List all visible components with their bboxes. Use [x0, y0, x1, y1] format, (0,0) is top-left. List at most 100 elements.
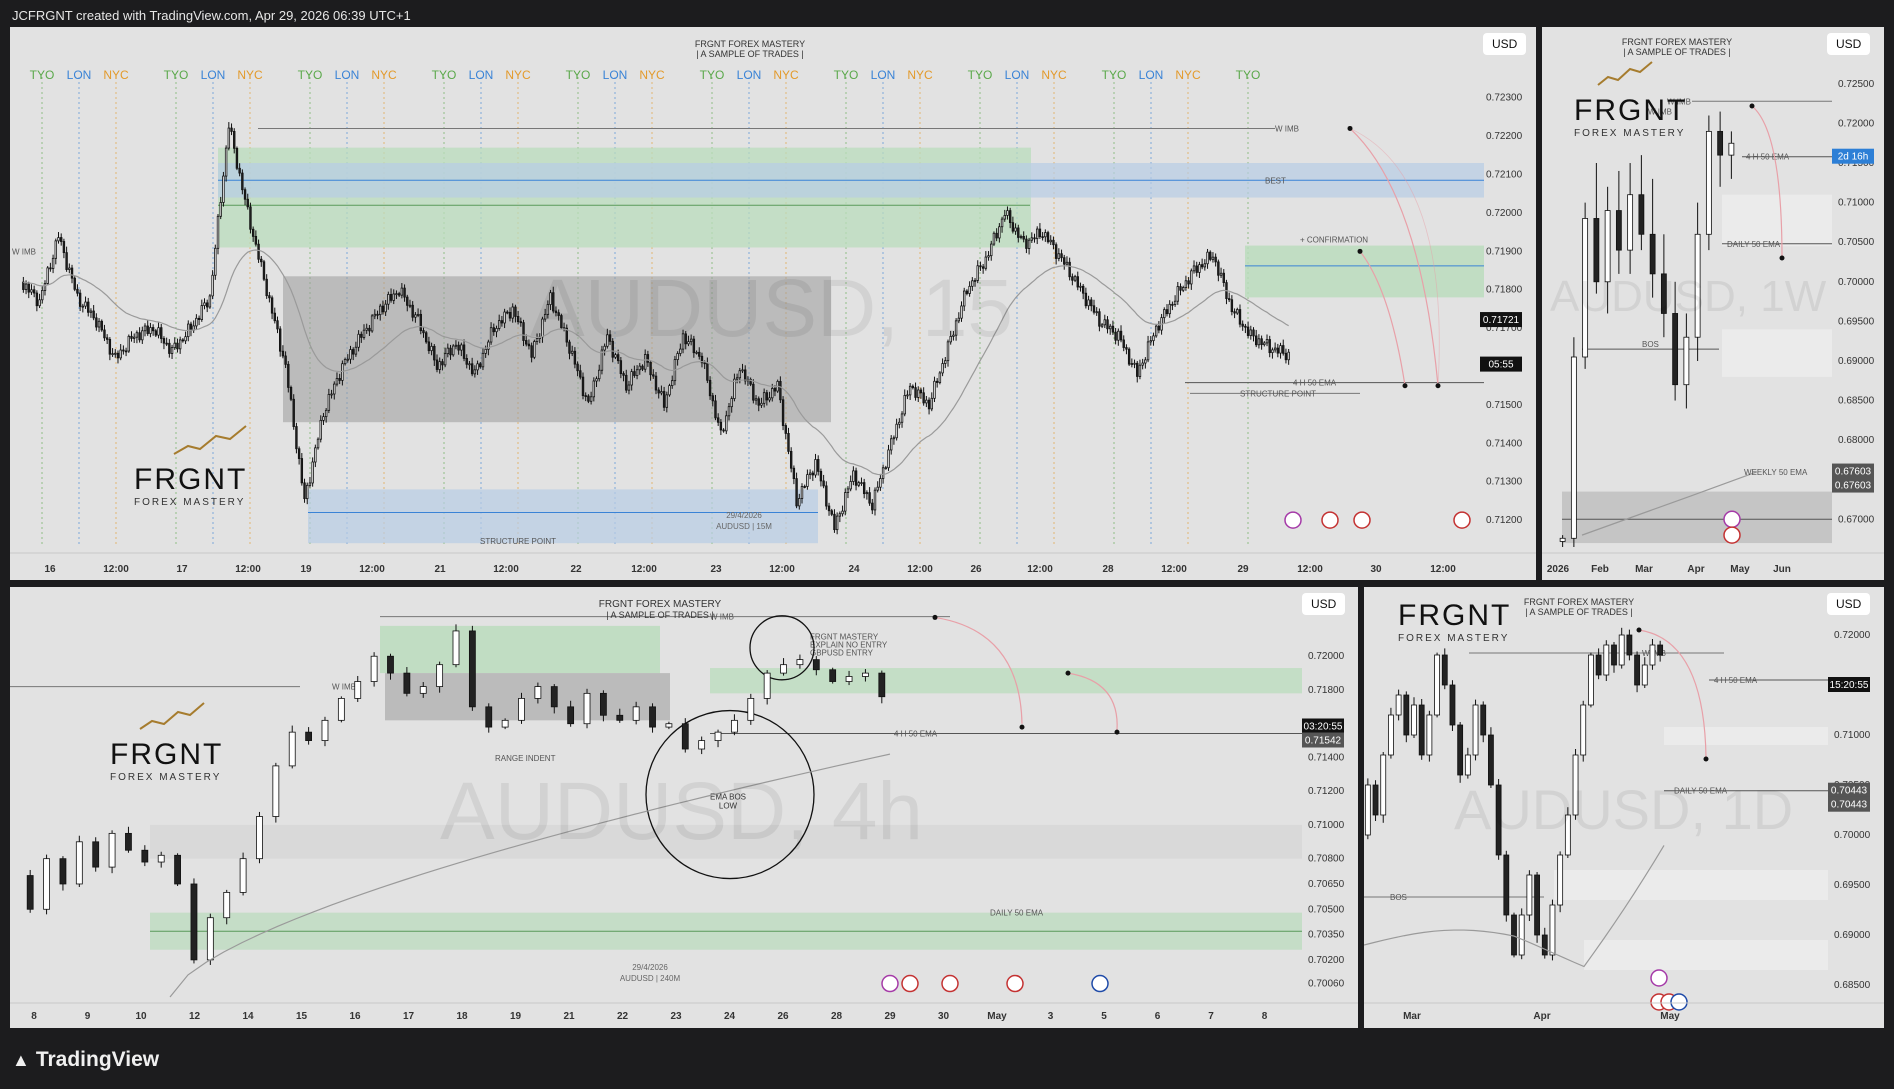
tradingview-label: TradingView	[35, 1048, 160, 1071]
currency-button[interactable]: USD	[1827, 33, 1871, 55]
gray-zone	[1562, 491, 1832, 544]
candle-body	[111, 353, 114, 356]
candle-body	[1217, 261, 1220, 276]
candle-body	[730, 398, 733, 408]
x-tick-label: 21	[563, 1011, 575, 1022]
candle-body	[114, 352, 117, 355]
frgnt-logo: FRGNT FOREX MASTERY	[1574, 59, 1687, 139]
projection-point	[932, 614, 938, 620]
candle-body	[441, 361, 444, 366]
annotation-label: W IMB	[12, 247, 36, 256]
candle-body	[1025, 238, 1028, 249]
candle-body	[314, 447, 317, 463]
chart-panel-1d[interactable]: W IMB4 H 50 EMADAILY 50 EMABOS0.720000.7…	[1364, 587, 1884, 1028]
candle-body	[1364, 784, 1371, 836]
candle-body	[1426, 714, 1433, 756]
candle-body	[635, 369, 639, 376]
x-tick-label: 24	[848, 564, 860, 575]
candle-body	[1103, 319, 1107, 326]
candle-body	[489, 327, 493, 343]
panel-title: FRGNT FOREX MASTERY | A SAMPLE OF TRADES…	[550, 599, 770, 620]
candle-body	[1728, 142, 1735, 156]
candle-body	[256, 816, 263, 860]
x-tick-label: 12:00	[907, 564, 933, 575]
candle-body	[230, 127, 233, 132]
candle-body	[1068, 261, 1071, 278]
candle-body	[1044, 232, 1047, 238]
candle-body	[497, 320, 501, 329]
chart-panel-15m[interactable]: TYO LON NYC TYO LON NYC TYO LON NYC TYO LON NYC TYO L…	[10, 27, 1536, 580]
candle-body	[1133, 362, 1136, 365]
candle-body	[65, 252, 68, 270]
currency-button[interactable]: USD	[1483, 33, 1527, 55]
y-tick-label: 0.69000	[1834, 930, 1871, 941]
session-label: NYC	[773, 68, 799, 82]
candle-body	[38, 299, 41, 307]
event-flag-icon	[881, 974, 899, 993]
candle-body	[501, 719, 509, 728]
candle-body	[627, 384, 631, 391]
candle-body	[876, 486, 879, 491]
chart-panel-4h[interactable]: W IMB W IMB RANGE INDENT EMA BOS LOW FRGNT MA…	[10, 587, 1358, 1028]
candle-body	[473, 369, 477, 375]
candle-body	[760, 402, 763, 406]
candle-body	[898, 421, 901, 425]
candle-body	[1227, 298, 1231, 301]
candle-body	[806, 474, 809, 487]
y-tick-label: 0.71800	[1308, 685, 1345, 696]
candle-body	[305, 731, 313, 741]
subtitle-line: | A SAMPLE OF TRADES |	[1623, 47, 1731, 57]
annotation-label: BOS	[1390, 893, 1407, 902]
candle-body	[1198, 264, 1201, 273]
candle-body	[1046, 232, 1050, 243]
x-tick-label: 12:00	[1161, 564, 1187, 575]
candle-body	[1683, 336, 1690, 386]
candle-body	[495, 327, 498, 333]
candle-body	[384, 303, 387, 313]
candle-body	[1634, 654, 1640, 686]
price-tag: 0.71542	[1305, 735, 1342, 746]
candle-body	[1255, 335, 1258, 346]
candle-body	[738, 370, 742, 379]
candle-body	[124, 350, 128, 353]
candle-body	[795, 478, 798, 507]
candle-body	[165, 342, 168, 345]
candle-body	[97, 320, 101, 328]
title-line: FRGNT FOREX MASTERY	[598, 599, 722, 610]
candle-body	[303, 482, 306, 500]
candle-body	[260, 258, 263, 263]
candle-body	[485, 706, 493, 728]
y-tick-label: 0.70000	[1834, 830, 1871, 841]
x-tick-label: May	[987, 1011, 1007, 1022]
candle-body	[316, 438, 320, 449]
candle-body	[1019, 235, 1023, 238]
price-tag: 15:20:55	[1830, 680, 1869, 691]
price-tag: 0.71721	[1483, 315, 1520, 326]
candle-body	[1076, 276, 1079, 288]
candle-body	[43, 858, 50, 910]
candle-body	[243, 189, 247, 200]
candle-body	[1003, 215, 1006, 220]
candle-body	[49, 267, 52, 270]
candle-body	[747, 698, 755, 721]
currency-button[interactable]: USD	[1827, 593, 1871, 615]
candle-body	[1206, 251, 1209, 265]
currency-button[interactable]: USD	[1302, 593, 1346, 615]
session-label: LON	[1005, 68, 1030, 82]
x-tick-label: 17	[176, 564, 188, 575]
candle-body	[892, 437, 896, 440]
projection-point	[1357, 248, 1363, 254]
chart-panel-1w[interactable]: W IMB 4 H 50 EMA DAILY 50 EMA BOS WEEKLY 50 …	[1542, 27, 1884, 580]
candle-body	[887, 449, 890, 469]
x-tick-label: 28	[1102, 564, 1114, 575]
event-flag-icon	[1453, 511, 1471, 529]
session-label: TYO	[432, 68, 457, 82]
candle-body	[492, 327, 495, 333]
session-label: NYC	[103, 68, 129, 82]
candle-body	[754, 398, 758, 401]
candle-body	[143, 325, 147, 332]
candle-body	[1222, 272, 1225, 284]
candle-body	[803, 486, 806, 488]
candle-body	[845, 676, 853, 682]
candle-body	[1260, 338, 1263, 346]
